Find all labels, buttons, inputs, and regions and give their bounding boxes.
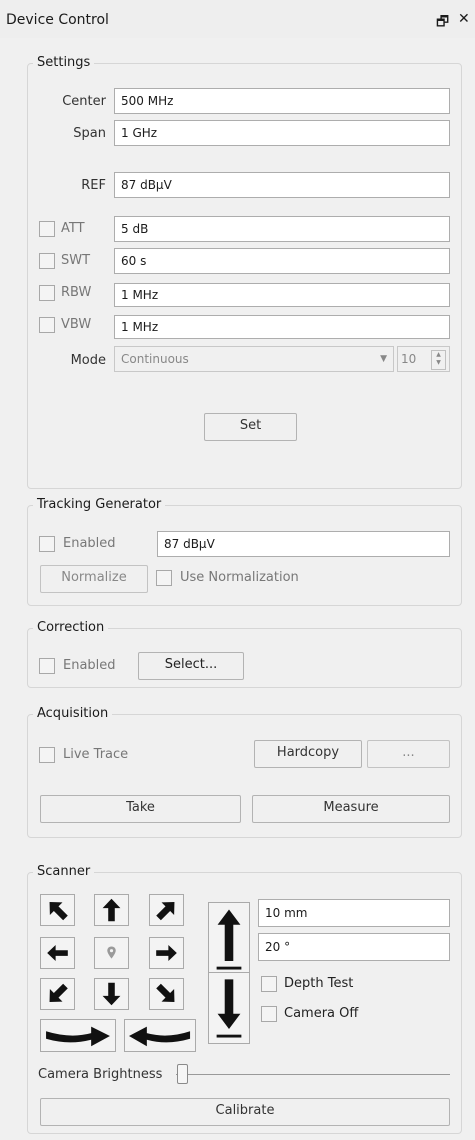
arrow-down-icon [102,982,121,1006]
measure-button[interactable]: Measure [252,795,450,823]
move-down-left-button[interactable] [40,978,75,1010]
vbw-checkbox[interactable] [39,317,55,333]
location-pin-icon [107,946,116,959]
swt-label: SWT [61,253,91,268]
tracking-enabled-label: Enabled [63,536,116,551]
home-position-button[interactable] [94,937,129,969]
rbw-checkbox[interactable] [39,285,55,301]
arrow-up-right-icon [156,902,175,921]
chevron-down-icon: ▼ [380,354,387,364]
camera-brightness-label: Camera Brightness [38,1067,163,1082]
mode-value: Continuous [121,352,189,366]
move-down-right-button[interactable] [149,978,184,1010]
ref-label: REF [81,178,106,193]
close-icon[interactable]: ✕ [458,11,470,27]
camera-brightness-slider-track[interactable] [176,1074,450,1075]
move-z-down-button[interactable] [208,972,250,1044]
normalize-button[interactable]: Normalize [40,565,148,593]
window-title: Device Control [6,12,109,28]
span-label: Span [73,126,106,141]
mode-label: Mode [70,353,106,368]
settings-group-title: Settings [33,55,95,71]
take-button[interactable]: Take [40,795,241,823]
move-right-button[interactable] [149,937,184,969]
move-down-button[interactable] [94,978,129,1010]
arrow-up-icon [102,898,121,922]
att-checkbox[interactable] [39,221,55,237]
arrow-right-icon [156,945,177,961]
angle-field[interactable]: 20 ° [258,933,450,961]
center-label: Center [62,94,106,109]
swt-checkbox[interactable] [39,253,55,269]
curved-arrow-left-icon [129,1026,191,1047]
move-up-button[interactable] [94,894,129,926]
set-button[interactable]: Set [204,413,297,441]
hardcopy-button[interactable]: Hardcopy [254,740,362,768]
use-normalization-label: Use Normalization [180,570,299,585]
rotate-counterclockwise-button[interactable] [124,1019,196,1052]
correction-enabled-checkbox[interactable] [39,658,55,674]
camera-brightness-slider-handle[interactable] [177,1064,188,1084]
arrow-down-left-icon [49,983,68,1002]
vbw-label: VBW [61,317,92,332]
camera-off-label: Camera Off [284,1006,359,1021]
live-trace-checkbox[interactable] [39,747,55,763]
vbw-field[interactable]: 1 MHz [114,315,450,339]
arrow-up-bar-icon [216,909,242,970]
count-value: 10 [401,352,417,366]
camera-off-checkbox[interactable] [261,1006,277,1022]
step-size-field[interactable]: 10 mm [258,899,450,927]
ref-field[interactable]: 87 dBµV [114,172,450,198]
acquisition-group-title: Acquisition [33,706,113,722]
mode-select[interactable]: Continuous ▼ [114,346,394,372]
spin-arrows-icon[interactable]: ▲ ▼ [431,350,446,370]
use-normalization-checkbox[interactable] [156,570,172,586]
center-field[interactable]: 500 MHz [114,88,450,114]
select-correction-button[interactable]: Select... [138,652,244,680]
att-label: ATT [61,221,85,236]
more-button[interactable]: ... [367,740,450,768]
live-trace-label: Live Trace [63,747,129,762]
rotate-clockwise-button[interactable] [40,1019,116,1052]
move-up-right-button[interactable] [149,894,184,926]
correction-group-title: Correction [33,620,109,636]
arrow-up-left-icon [49,902,68,921]
span-field[interactable]: 1 GHz [114,120,450,146]
correction-enabled-label: Enabled [63,658,116,673]
depth-test-checkbox[interactable] [261,976,277,992]
depth-test-label: Depth Test [284,976,354,991]
move-up-left-button[interactable] [40,894,75,926]
curved-arrow-right-icon [46,1026,110,1047]
count-spinbox[interactable]: 10 ▲ ▼ [397,346,450,372]
tracking-group-title: Tracking Generator [33,497,166,513]
swt-field[interactable]: 60 s [114,248,450,274]
att-field[interactable]: 5 dB [114,216,450,242]
float-icon[interactable]: 🗗 [436,11,449,35]
rbw-label: RBW [61,285,92,300]
rbw-field[interactable]: 1 MHz [114,283,450,307]
tracking-level-field[interactable]: 87 dBµV [157,531,450,557]
scanner-group-title: Scanner [33,864,95,880]
arrow-left-icon [47,945,68,961]
arrow-down-right-icon [156,983,175,1002]
move-z-up-button[interactable] [208,902,250,978]
calibrate-button[interactable]: Calibrate [40,1098,450,1126]
tracking-enabled-checkbox[interactable] [39,536,55,552]
arrow-down-bar-icon [216,979,242,1038]
move-left-button[interactable] [40,937,75,969]
